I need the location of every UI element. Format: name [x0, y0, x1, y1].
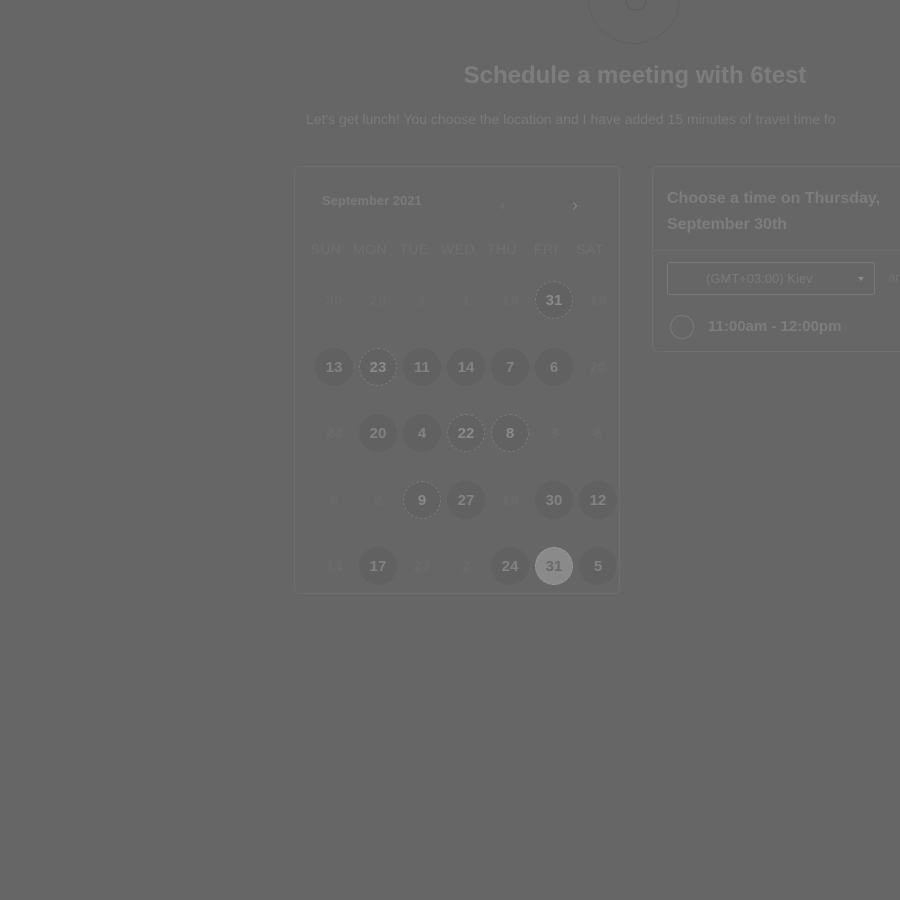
calendar-day[interactable]: 22	[447, 414, 485, 452]
calendar-day[interactable]: 17	[359, 547, 397, 585]
calendar-day[interactable]: 7	[491, 348, 529, 386]
avatar-icon	[625, 0, 647, 11]
calendar-day[interactable]: 14	[447, 348, 485, 386]
calendar-day[interactable]: 11	[403, 348, 441, 386]
calendar-day[interactable]: 8	[491, 414, 529, 452]
meeting-description: Let's get lunch! You choose the location…	[306, 111, 836, 127]
weekday-sat: SAT	[576, 241, 604, 257]
calendar-day[interactable]: 30	[535, 481, 573, 519]
chevron-left-icon[interactable]: ‹	[494, 195, 512, 215]
caret-down-icon	[858, 277, 864, 281]
month-label: September 2021	[322, 193, 422, 208]
calendar-day[interactable]: 27	[447, 481, 485, 519]
calendar-day: 28	[369, 291, 387, 309]
calendar-day-selected[interactable]: 31	[535, 547, 573, 585]
calendar-day: 27	[413, 557, 431, 575]
calendar-day[interactable]: 13	[315, 348, 353, 386]
calendar-day: 6	[593, 424, 603, 442]
page-title: Schedule a meeting with 6test	[463, 62, 807, 89]
time-slot-radio[interactable]	[670, 315, 694, 339]
calendar-day[interactable]: 9	[403, 481, 441, 519]
calendar-day[interactable]: 24	[491, 547, 529, 585]
weekday-tue: TUE	[399, 241, 429, 257]
timezone-select[interactable]: (GMT+03:00) Kiev	[667, 262, 875, 295]
calendar-day: 2	[461, 557, 471, 575]
weekday-wed: WED	[440, 241, 476, 257]
calendar-day[interactable]: 12	[579, 481, 617, 519]
time-heading: Choose a time on Thursday, September 30t…	[667, 190, 881, 233]
weekday-thu: THU	[486, 241, 518, 257]
calendar-day: 24	[325, 424, 343, 442]
weekday-mon: MON	[352, 241, 388, 257]
calendar-day[interactable]: 23	[359, 348, 397, 386]
calendar-day[interactable]: 6	[535, 348, 573, 386]
calendar-day[interactable]: 5	[579, 547, 617, 585]
calendar-day[interactable]: 20	[359, 414, 397, 452]
calendar-day: 1	[461, 291, 471, 309]
time-format-toggle[interactable]: am	[888, 270, 900, 285]
calendar-day: 14	[325, 557, 343, 575]
calendar-day: 1	[417, 291, 427, 309]
timezone-value: (GMT+03:00) Kiev	[706, 271, 813, 286]
divider	[652, 250, 900, 251]
host-avatar	[588, 0, 680, 44]
calendar-day: 20	[589, 358, 607, 376]
calendar-day: 6	[329, 491, 339, 509]
time-slot-label[interactable]: 11:00am - 12:00pm	[708, 318, 841, 335]
calendar-day: 18	[589, 291, 607, 309]
calendar-day[interactable]: 31	[535, 281, 573, 319]
calendar-day[interactable]: 4	[403, 414, 441, 452]
scheduling-page: Schedule a meeting with 6test Let's get …	[0, 0, 900, 900]
weekday-fri: FRI	[533, 241, 559, 257]
chevron-right-icon[interactable]: ›	[566, 195, 584, 215]
weekday-sun: SUN	[310, 241, 342, 257]
calendar-day: 2	[373, 491, 383, 509]
calendar-day: 3	[549, 424, 559, 442]
calendar-day: 19	[501, 291, 519, 309]
calendar-day: 30	[325, 291, 343, 309]
calendar-day: 18	[501, 491, 519, 509]
